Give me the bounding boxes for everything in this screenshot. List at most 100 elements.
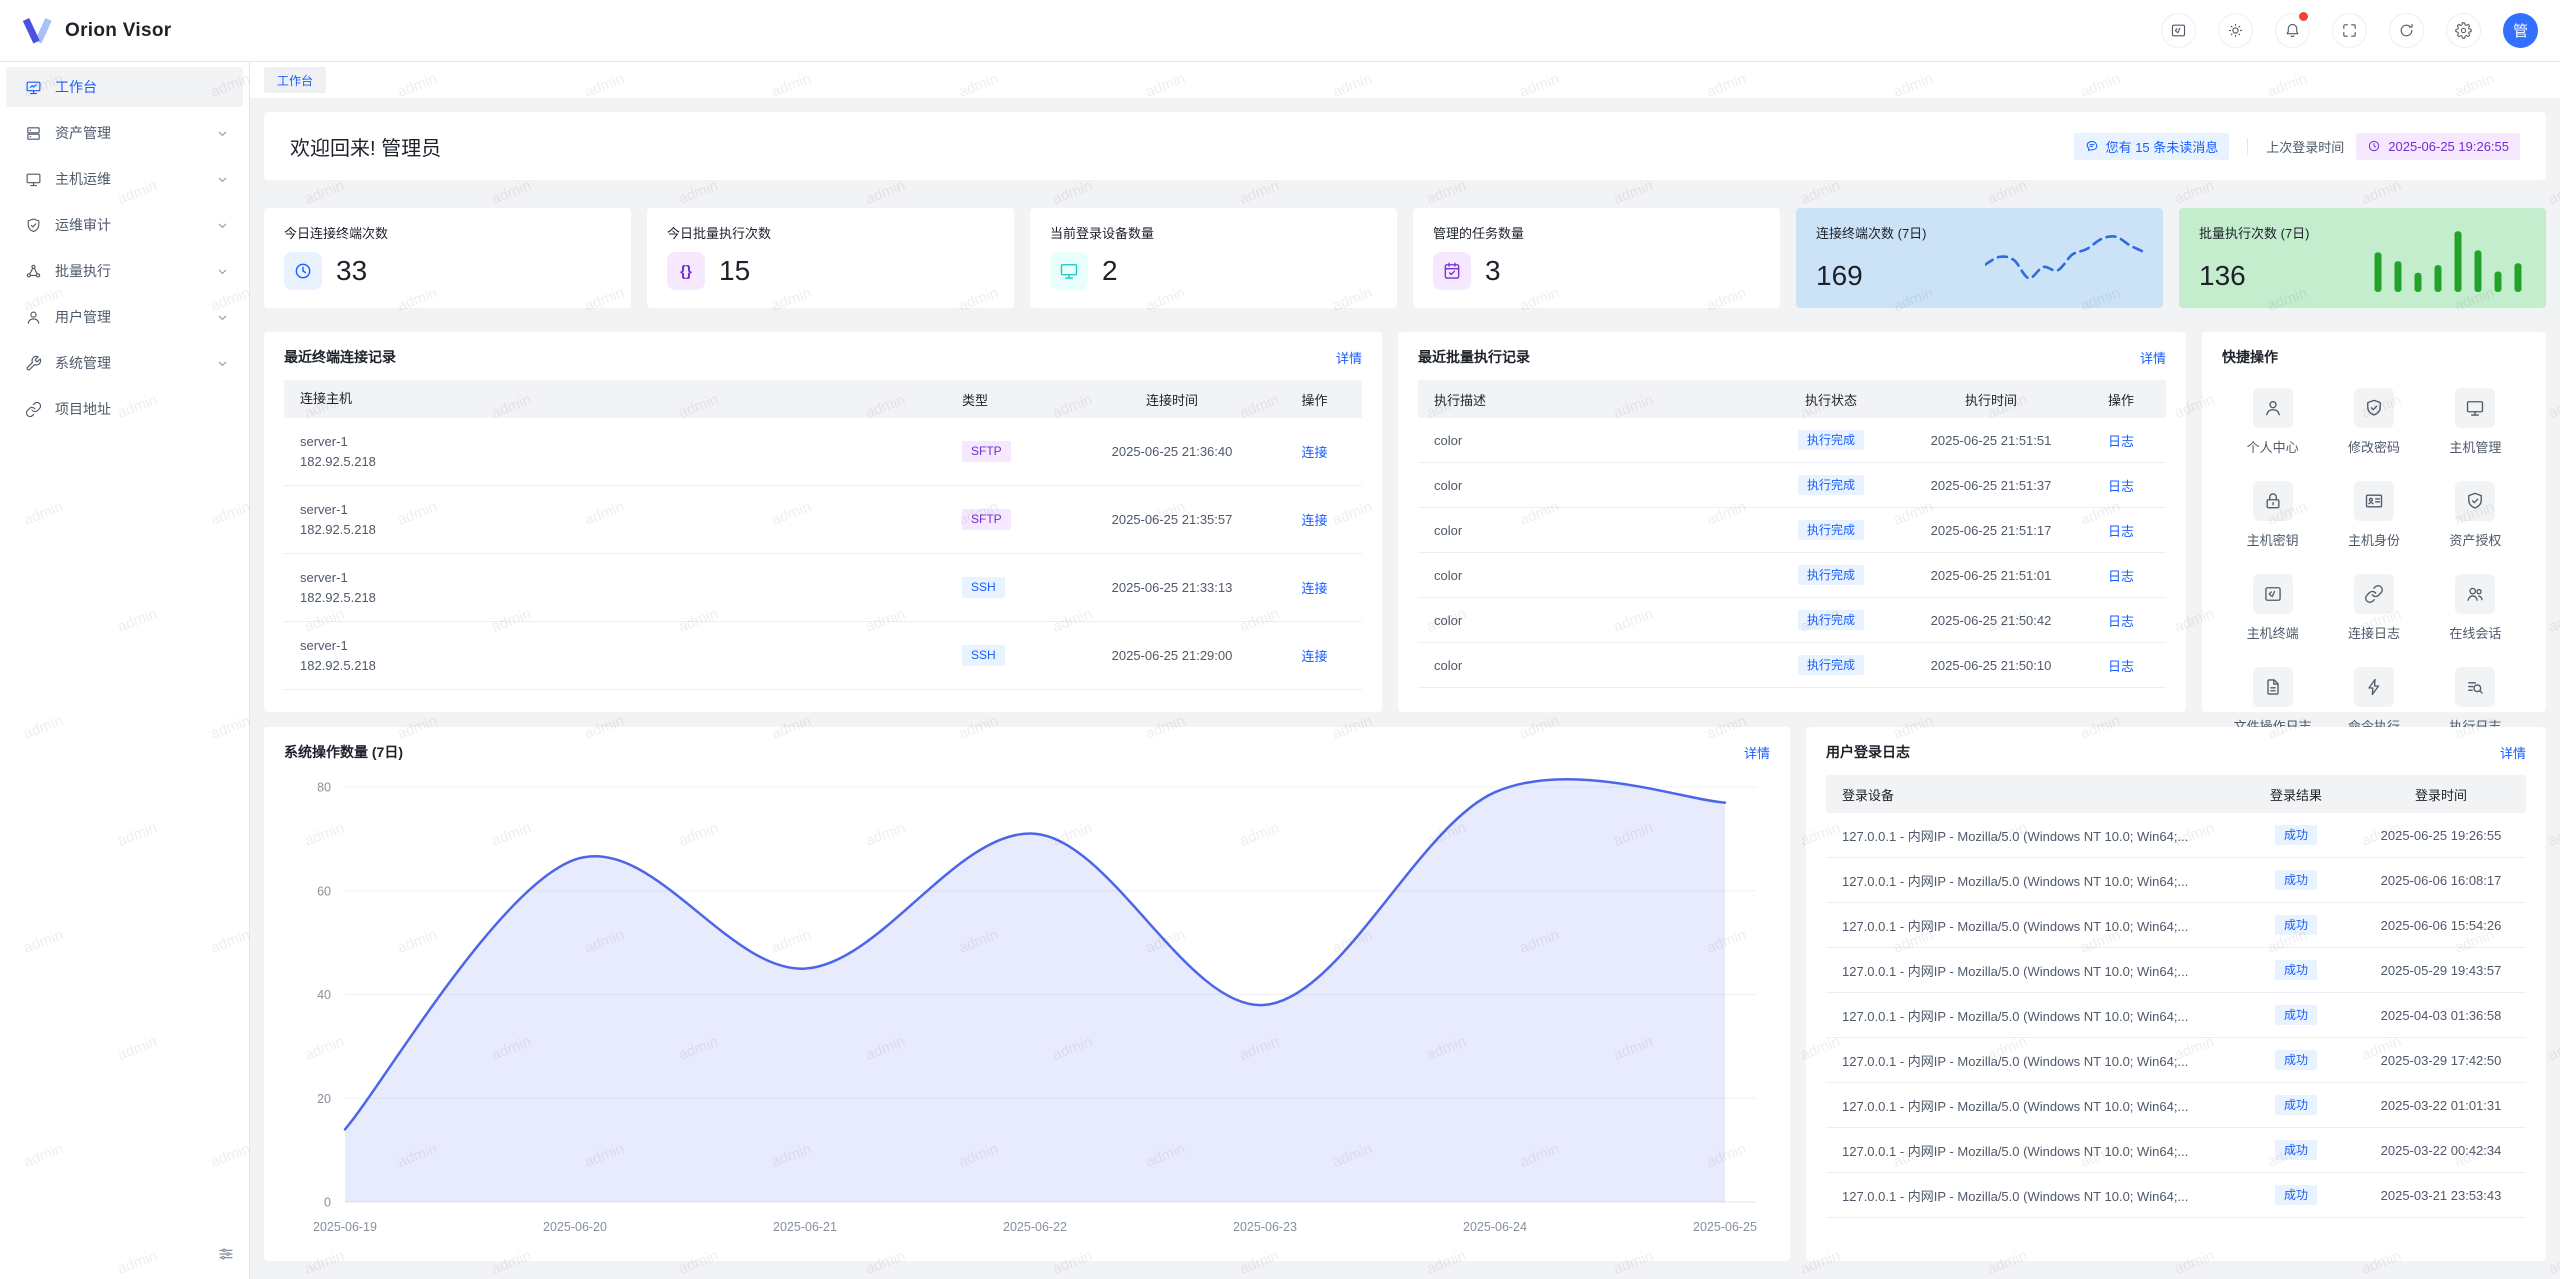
sidebar-item-assets[interactable]: 资产管理 bbox=[6, 113, 243, 153]
table-header: 执行描述 执行状态 执行时间 操作 bbox=[1418, 380, 2166, 418]
quick-action-host-identity[interactable]: 主机身份 bbox=[2323, 481, 2424, 549]
header-actions: 管 bbox=[2161, 13, 2538, 48]
stat-title: 今日连接终端次数 bbox=[284, 223, 611, 242]
panel-title: 快捷操作 bbox=[2222, 347, 2278, 367]
unread-messages-chip[interactable]: 您有 15 条未读消息 bbox=[2074, 133, 2230, 160]
login-time: 2025-03-21 23:53:43 bbox=[2356, 1188, 2526, 1203]
result-tag: 成功 bbox=[2275, 1050, 2317, 1070]
log-link[interactable]: 日志 bbox=[2108, 434, 2134, 449]
exec-desc: color bbox=[1418, 478, 1756, 493]
quick-action-change-password[interactable]: 修改密码 bbox=[2323, 388, 2424, 456]
table-row: color 执行完成 2025-06-25 21:50:42 日志 bbox=[1418, 598, 2166, 643]
shield-check-icon bbox=[2455, 481, 2495, 521]
sidebar-item-host-ops[interactable]: 主机运维 bbox=[6, 159, 243, 199]
user-avatar[interactable]: 管 bbox=[2503, 13, 2538, 48]
connect-link[interactable]: 连接 bbox=[1301, 581, 1327, 596]
log-link[interactable]: 日志 bbox=[2108, 479, 2134, 494]
sidebar-collapse-button[interactable] bbox=[213, 1241, 239, 1267]
panel-title: 最近终端连接记录 bbox=[284, 347, 396, 367]
sidebar-item-system-management[interactable]: 系统管理 bbox=[6, 343, 243, 383]
stat-card-exec-7d: 批量执行次数 (7日) 136 bbox=[2179, 208, 2546, 308]
sidebar-item-batch-exec[interactable]: 批量执行 bbox=[6, 251, 243, 291]
connect-time: 2025-06-25 21:33:13 bbox=[1077, 580, 1267, 595]
user-icon bbox=[25, 309, 42, 326]
table-header: 连接主机 类型 连接时间 操作 bbox=[284, 380, 1362, 418]
table-row: 127.0.0.1 - 内网IP - Mozilla/5.0 (Windows … bbox=[1826, 993, 2526, 1038]
fullscreen-button[interactable] bbox=[2332, 13, 2367, 48]
gear-icon bbox=[2455, 22, 2472, 39]
log-link[interactable]: 日志 bbox=[2108, 524, 2134, 539]
quick-action-connection-log[interactable]: 连接日志 bbox=[2323, 574, 2424, 642]
login-device: 127.0.0.1 - 内网IP - Mozilla/5.0 (Windows … bbox=[1826, 1006, 2236, 1025]
chevron-down-icon bbox=[216, 127, 229, 140]
sidebar-item-ops-audit[interactable]: 运维审计 bbox=[6, 205, 243, 245]
link-icon bbox=[2354, 574, 2394, 614]
system-operations-panel: 系统操作数量 (7日) 详情 0204060802025-06-192025-0… bbox=[264, 727, 1790, 1261]
quick-action-asset-authorization[interactable]: 资产授权 bbox=[2425, 481, 2526, 549]
status-tag: 执行完成 bbox=[1798, 610, 1864, 630]
log-link[interactable]: 日志 bbox=[2108, 569, 2134, 584]
quick-action-host-management[interactable]: 主机管理 bbox=[2425, 388, 2526, 456]
sidebar-item-workbench[interactable]: 工作台 bbox=[6, 67, 243, 107]
exec-desc: color bbox=[1418, 658, 1756, 673]
quick-action-host-terminal[interactable]: 主机终端 bbox=[2222, 574, 2323, 642]
connect-link[interactable]: 连接 bbox=[1301, 513, 1327, 528]
quick-action-command-execution[interactable]: 命令执行 bbox=[2323, 667, 2424, 735]
terminal-connections-panel: 最近终端连接记录 详情 连接主机 类型 连接时间 操作 server-1182.… bbox=[264, 332, 1382, 712]
quick-action-execution-log[interactable]: 执行日志 bbox=[2425, 667, 2526, 735]
quick-action-file-operation-log[interactable]: 文件操作日志 bbox=[2222, 667, 2323, 735]
table-header: 登录设备 登录结果 登录时间 bbox=[1826, 775, 2526, 813]
host-ip: 182.92.5.218 bbox=[300, 656, 962, 676]
refresh-button[interactable] bbox=[2389, 13, 2424, 48]
task-calendar-icon bbox=[1433, 252, 1471, 290]
monitor-icon bbox=[25, 171, 42, 188]
connect-link[interactable]: 连接 bbox=[1301, 649, 1327, 664]
last-login-time-chip: 2025-06-25 19:26:55 bbox=[2356, 133, 2520, 160]
exec-time: 2025-06-25 21:51:51 bbox=[1906, 433, 2076, 448]
result-tag: 成功 bbox=[2275, 960, 2317, 980]
sidebar-item-label: 批量执行 bbox=[55, 261, 216, 281]
cluster-icon bbox=[25, 263, 42, 280]
sun-icon bbox=[2227, 22, 2244, 39]
sidebar-item-user-management[interactable]: 用户管理 bbox=[6, 297, 243, 337]
quick-action-profile[interactable]: 个人中心 bbox=[2222, 388, 2323, 456]
shield-check-icon bbox=[2354, 388, 2394, 428]
host-ip: 182.92.5.218 bbox=[300, 520, 962, 540]
table-row: 127.0.0.1 - 内网IP - Mozilla/5.0 (Windows … bbox=[1826, 1038, 2526, 1083]
stats-row: 今日连接终端次数 33 今日批量执行次数 {}15 当前登录设备数量 2 管理的… bbox=[264, 208, 2546, 308]
exec-panel-details-link[interactable]: 详情 bbox=[2140, 348, 2166, 367]
col-header: 操作 bbox=[1267, 390, 1362, 409]
middle-row: 最近终端连接记录 详情 连接主机 类型 连接时间 操作 server-1182.… bbox=[264, 332, 2546, 712]
host-name: server-1 bbox=[300, 636, 962, 656]
quick-actions-panel: 快捷操作 个人中心 修改密码 主机管理 主机密钥 主机身份 资产授权 主机终端 … bbox=[2202, 332, 2546, 712]
svg-text:2025-06-25: 2025-06-25 bbox=[1693, 1220, 1757, 1234]
notification-dot bbox=[2299, 12, 2308, 21]
login-time: 2025-06-06 15:54:26 bbox=[2356, 918, 2526, 933]
panel-title: 系统操作数量 (7日) bbox=[284, 742, 403, 762]
login-time: 2025-04-03 01:36:58 bbox=[2356, 1008, 2526, 1023]
table-row: 127.0.0.1 - 内网IP - Mozilla/5.0 (Windows … bbox=[1826, 948, 2526, 993]
log-link[interactable]: 日志 bbox=[2108, 659, 2134, 674]
theme-button[interactable] bbox=[2218, 13, 2253, 48]
tab-workbench[interactable]: 工作台 bbox=[264, 67, 326, 93]
sidebar-item-project-url[interactable]: 项目地址 bbox=[6, 389, 243, 429]
sidebar: 工作台 资产管理 主机运维 运维审计 批量执行 用户管理 系统管理 项目地址 bbox=[0, 62, 250, 1279]
login-device: 127.0.0.1 - 内网IP - Mozilla/5.0 (Windows … bbox=[1826, 1096, 2236, 1115]
svg-text:2025-06-21: 2025-06-21 bbox=[773, 1220, 837, 1234]
wrench-icon bbox=[25, 355, 42, 372]
terminal-panel-details-link[interactable]: 详情 bbox=[1336, 348, 1362, 367]
type-tag: SFTP bbox=[962, 441, 1011, 461]
quick-action-host-keys[interactable]: 主机密钥 bbox=[2222, 481, 2323, 549]
chart-panel-details-link[interactable]: 详情 bbox=[1744, 743, 1770, 762]
notifications-button[interactable] bbox=[2275, 13, 2310, 48]
login-panel-details-link[interactable]: 详情 bbox=[2500, 743, 2526, 762]
login-device: 127.0.0.1 - 内网IP - Mozilla/5.0 (Windows … bbox=[1826, 871, 2236, 890]
code-button[interactable] bbox=[2161, 13, 2196, 48]
stat-title: 管理的任务数量 bbox=[1433, 223, 1760, 242]
settings-button[interactable] bbox=[2446, 13, 2481, 48]
quick-action-online-sessions[interactable]: 在线会话 bbox=[2425, 574, 2526, 642]
log-link[interactable]: 日志 bbox=[2108, 614, 2134, 629]
divider bbox=[2247, 138, 2248, 155]
connect-link[interactable]: 连接 bbox=[1301, 445, 1327, 460]
connect-time: 2025-06-25 21:35:57 bbox=[1077, 512, 1267, 527]
